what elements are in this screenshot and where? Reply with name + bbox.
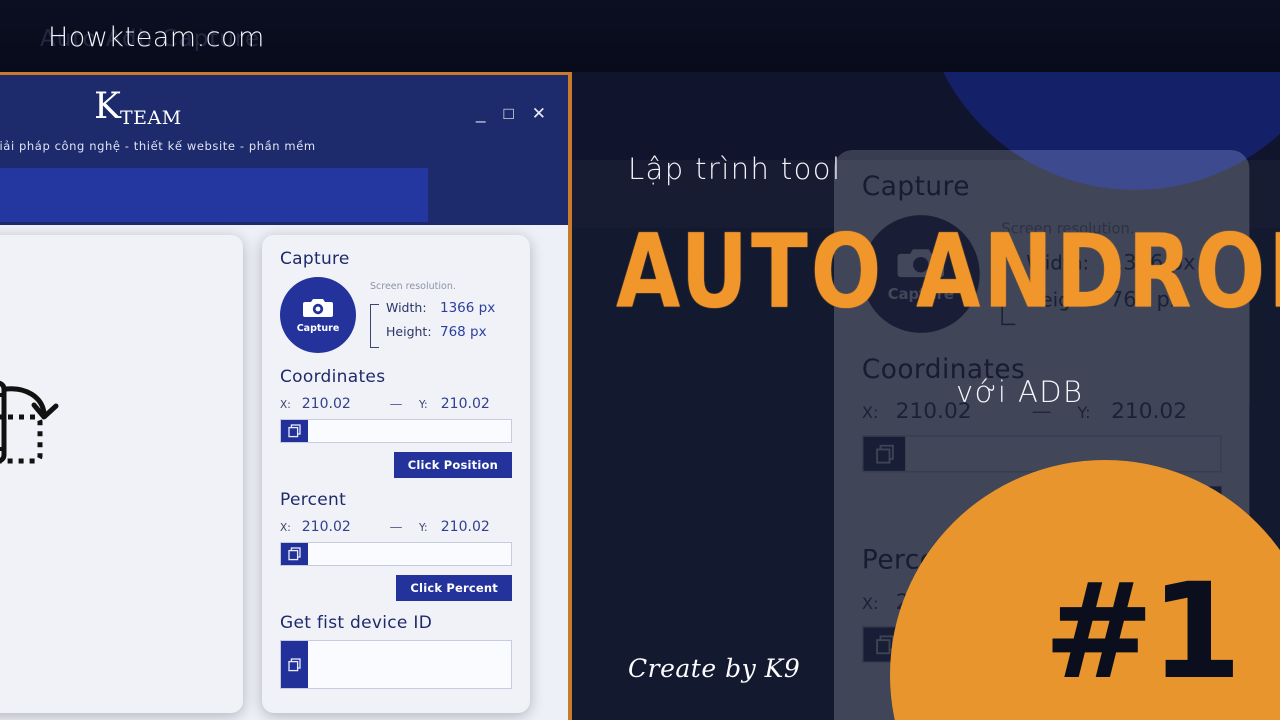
- app-tagline: Giải pháp công nghệ - thiết kế website -…: [0, 139, 316, 153]
- window-controls: _ □ ✕: [476, 105, 546, 122]
- watermark-text: Howkteam.com: [48, 22, 265, 53]
- coordinates-section-title: Coordinates: [280, 367, 386, 387]
- copy-glyph: [288, 657, 301, 671]
- percent-values-row: X: 210.02 — Y: 210.02: [280, 519, 512, 535]
- video-top-bar: Auto Adb Capture Howkteam.com: [0, 0, 1280, 72]
- percent-section-title: Percent: [280, 490, 347, 510]
- ghost-coord-x-label: X:: [861, 404, 879, 423]
- episode-badge: #1: [1043, 555, 1242, 709]
- app-header-band: [0, 168, 428, 222]
- device-id-input[interactable]: [308, 641, 511, 688]
- coordinates-input-group: [280, 419, 512, 443]
- illustration-card: [0, 235, 243, 713]
- copy-icon[interactable]: [281, 641, 308, 688]
- copy-icon[interactable]: [281, 543, 308, 565]
- maximize-button[interactable]: □: [503, 105, 513, 122]
- height-label: Height:: [386, 324, 432, 339]
- copy-glyph: [288, 547, 301, 561]
- logo-k-glyph: K: [94, 86, 121, 127]
- capture-button[interactable]: Capture: [280, 277, 356, 353]
- percent-x-label: X:: [280, 522, 291, 534]
- coordinates-separator: —: [389, 397, 403, 412]
- percent-y-value: 210.02: [440, 519, 490, 535]
- coordinates-x-label: X:: [280, 399, 291, 411]
- coordinates-values-row: X: 210.02 — Y: 210.02: [280, 396, 512, 412]
- ghost-pct-x-label: X:: [861, 594, 879, 614]
- close-button[interactable]: ✕: [532, 105, 546, 122]
- copy-icon[interactable]: [281, 420, 308, 442]
- width-value: 1366 px: [440, 300, 496, 316]
- resolution-bracket-icon: [370, 304, 379, 348]
- ghost-coord-y-value: 210.02: [1111, 399, 1188, 425]
- camera-icon: [303, 299, 333, 317]
- logo-team-text: TEAM: [120, 107, 182, 129]
- rotate-device-icon: [0, 380, 59, 464]
- app-window: K TEAM Giải pháp công nghệ - thiết kế we…: [0, 72, 572, 720]
- device-input-group: [280, 640, 512, 689]
- resolution-caption: Screen resolution.: [370, 281, 456, 292]
- overlay-subtitle: Lập trình tool: [628, 152, 842, 186]
- coordinates-x-value: 210.02: [301, 396, 351, 412]
- width-row: Width: 1366 px: [386, 300, 495, 324]
- capture-card: Capture Capture Screen resolution. Width…: [262, 235, 530, 713]
- coordinates-input[interactable]: [308, 420, 511, 442]
- cover-art-overlay: Capture Capture Screen resolution. Width…: [566, 0, 1280, 720]
- click-position-button[interactable]: Click Position: [393, 452, 512, 478]
- capture-section-title: Capture: [280, 249, 350, 269]
- click-percent-button[interactable]: Click Percent: [396, 575, 512, 601]
- height-row: Height: 768 px: [386, 324, 495, 348]
- overlay-with-adb: với ADB: [956, 375, 1084, 409]
- ghost-capture-title: Capture: [861, 171, 970, 203]
- overlay-title: AUTO ANDROID: [616, 212, 1280, 332]
- percent-separator: —: [389, 520, 403, 535]
- capture-button-label: Capture: [296, 323, 340, 334]
- kteam-logo: K TEAM: [94, 89, 194, 135]
- coordinates-y-label: Y:: [419, 399, 428, 411]
- copy-glyph: [288, 424, 301, 438]
- width-label: Width:: [386, 300, 427, 315]
- overlay-credit: Create by K9: [628, 654, 801, 683]
- percent-x-value: 210.02: [301, 519, 351, 535]
- ghost-copy-icon: [863, 436, 906, 471]
- height-value: 768 px: [440, 324, 487, 340]
- capture-row: Capture Screen resolution. Width: 1366 p…: [280, 277, 512, 353]
- device-section-title: Get fist device ID: [280, 613, 433, 633]
- percent-input-group: [280, 542, 512, 566]
- percent-y-label: Y:: [419, 522, 428, 534]
- coordinates-y-value: 210.02: [440, 396, 490, 412]
- screen-resolution-block: Screen resolution. Width: 1366 px Height…: [370, 277, 495, 348]
- app-title-bar: K TEAM Giải pháp công nghệ - thiết kế we…: [0, 75, 568, 225]
- video-frame: Capture Capture Screen resolution. Width…: [0, 0, 1280, 720]
- minimize-button[interactable]: _: [476, 105, 485, 122]
- percent-input[interactable]: [308, 543, 511, 565]
